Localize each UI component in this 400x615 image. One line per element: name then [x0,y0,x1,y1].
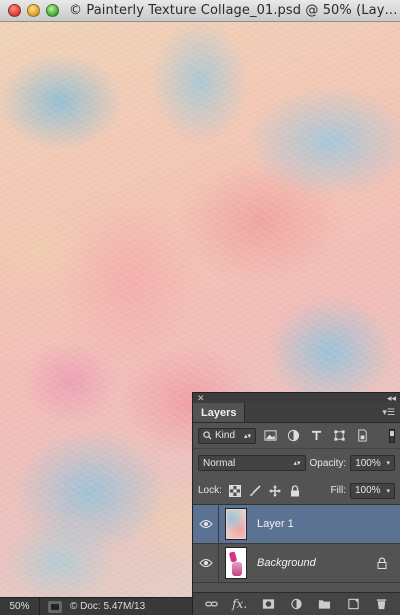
adjustment-filter-icon[interactable] [284,428,302,444]
tab-layers[interactable]: Layers [193,403,246,422]
filter-toggle-switch[interactable] [389,428,395,443]
layer-thumbnail [225,508,247,540]
window-titlebar: © Painterly Texture Collage_01.psd @ 50%… [0,0,400,22]
fill-value: 100% [355,485,381,496]
delete-layer-trash-icon[interactable] [374,597,390,611]
document-info[interactable]: © Doc: 5.47M/13 [70,601,145,612]
layer-name[interactable]: Layer 1 [257,518,294,530]
blend-mode-select[interactable]: Normal ▴▾ [198,455,306,471]
chevron-updown-icon: ▴▾ [293,460,301,467]
chevron-down-icon[interactable]: ▾ [386,459,390,467]
panel-menu-icon[interactable]: ▾☰ [377,403,400,422]
opacity-value: 100% [355,457,381,469]
new-adjustment-layer-icon[interactable] [288,597,304,611]
layers-panel-footer: fx. [193,592,400,615]
add-mask-icon[interactable] [260,597,276,611]
opacity-field[interactable]: 100% ▾ [350,455,395,471]
lock-fill-row: Lock: Fill: 100% ▾ [193,477,400,505]
lock-transparent-pixels-icon[interactable] [228,484,242,498]
fill-label: Fill: [330,485,346,496]
visibility-eye-icon[interactable] [193,505,219,543]
type-filter-icon[interactable] [307,428,325,444]
window-title: © Painterly Texture Collage_01.psd @ 50%… [69,3,398,18]
fill-control: Fill: 100% ▾ [330,482,395,499]
layer-name[interactable]: Background [257,557,316,569]
panel-close-icon[interactable]: ✕ [197,393,205,404]
filter-kind-select[interactable]: Kind ▴▾ [198,427,256,444]
zoom-window-button[interactable] [46,4,59,17]
layer-row[interactable]: Layer 1 [193,505,400,544]
link-layers-icon[interactable] [203,597,219,611]
panel-collapse-icon[interactable]: ◂◂ [387,393,396,404]
lock-position-icon[interactable] [268,484,282,498]
lock-image-pixels-icon[interactable] [248,484,262,498]
doc-preview-icon[interactable] [48,600,62,613]
new-group-folder-icon[interactable] [317,597,333,611]
layer-filter-row: Kind ▴▾ [193,423,400,449]
lock-icon [377,557,387,569]
new-layer-icon[interactable] [345,597,361,611]
zoom-level-field[interactable]: 50% [0,598,40,615]
minimize-window-button[interactable] [27,4,40,17]
window-controls [8,4,59,17]
layer-thumbnail [225,547,247,579]
layers-panel: ✕ ◂◂ Layers ▾☰ Kind ▴▾ Normal ▴▾ Opacity… [192,392,400,615]
layer-row[interactable]: Background [193,544,400,583]
panel-tabs: Layers ▾☰ [193,403,400,423]
chevron-down-icon[interactable]: ▾ [386,487,390,495]
layer-style-fx-icon[interactable]: fx. [232,597,248,611]
chevron-updown-icon: ▴▾ [243,432,251,440]
panel-header-strip: ✕ ◂◂ [193,393,400,403]
visibility-eye-icon[interactable] [193,544,219,582]
fill-field[interactable]: 100% ▾ [350,482,395,499]
lock-label: Lock: [198,485,222,496]
filter-kind-label: Kind [215,430,236,441]
search-icon [203,431,212,440]
opacity-label: Opacity: [309,457,347,469]
shape-filter-icon[interactable] [330,428,348,444]
close-window-button[interactable] [8,4,21,17]
image-filter-icon[interactable] [261,428,279,444]
smart-object-filter-icon[interactable] [353,428,371,444]
lock-all-icon[interactable] [288,484,302,498]
blend-opacity-row: Normal ▴▾ Opacity: 100% ▾ [193,449,400,477]
blend-mode-value: Normal [203,457,236,469]
